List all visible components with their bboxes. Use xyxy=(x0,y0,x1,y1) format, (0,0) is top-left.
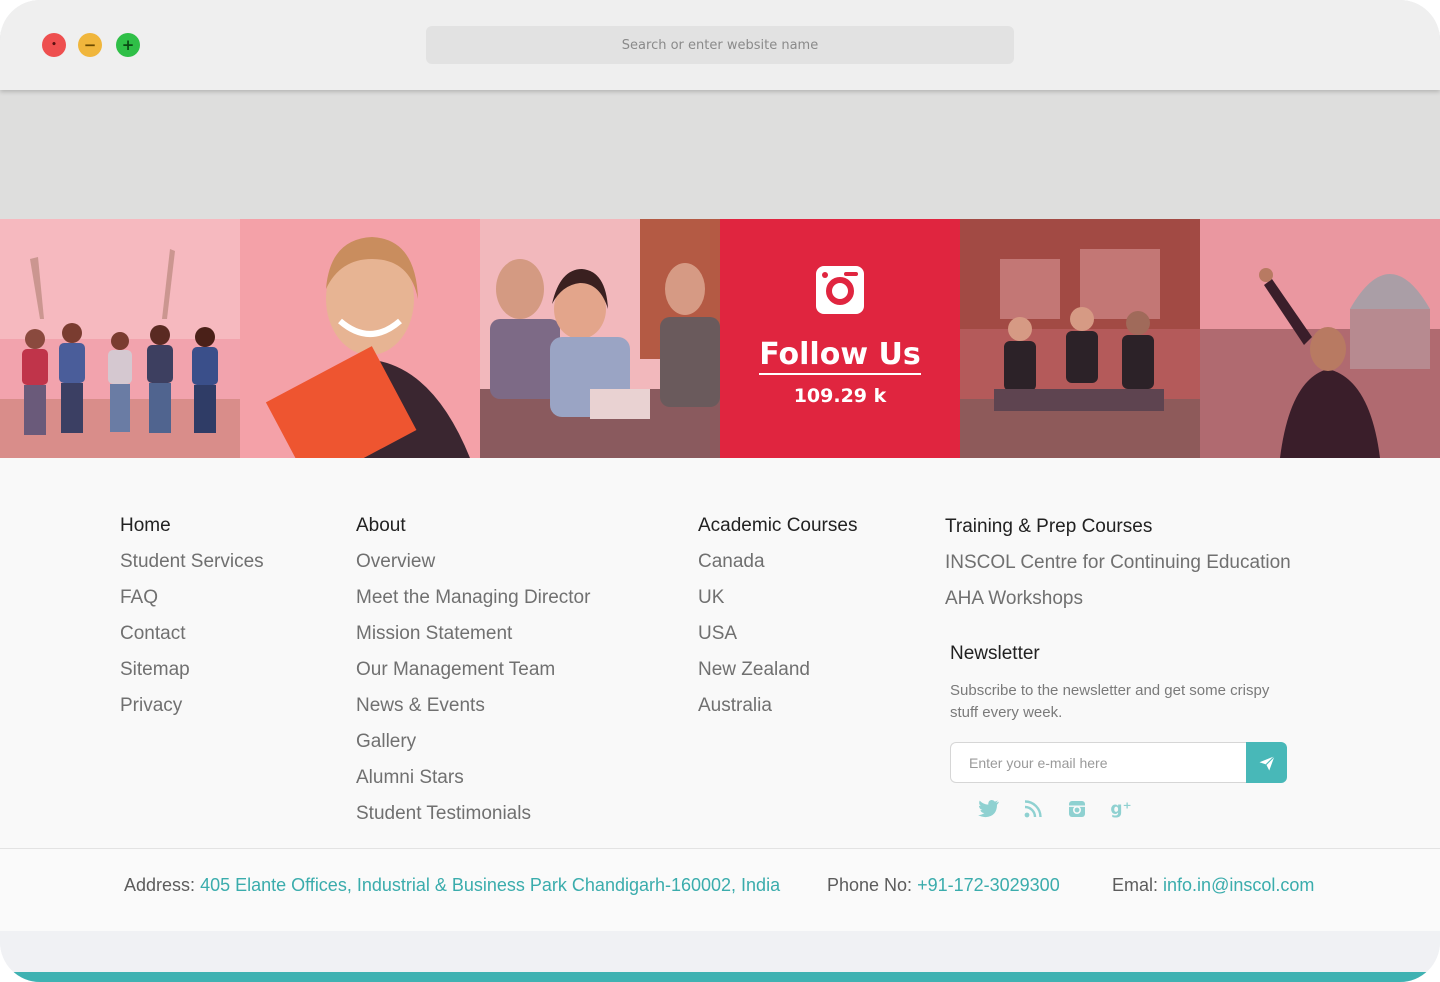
footer-link[interactable]: Canada xyxy=(698,544,857,580)
phone-link[interactable]: +91-172-3029300 xyxy=(917,875,1060,895)
footer-link[interactable]: News & Events xyxy=(356,688,590,724)
footer-col-home: Home Student Services FAQ Contact Sitema… xyxy=(120,508,264,724)
photo-student-portrait[interactable] xyxy=(240,219,480,458)
address-label: Address: xyxy=(124,875,196,895)
instagram-photo-strip: Follow Us 109.29 k xyxy=(0,219,1440,458)
footer-link[interactable]: New Zealand xyxy=(698,652,857,688)
footer-link[interactable]: Gallery xyxy=(356,724,590,760)
footer-link[interactable]: Student Services xyxy=(120,544,264,580)
newsletter-email-input[interactable]: Enter your e-mail here xyxy=(950,742,1246,783)
contact-phone: Phone No: +91-172-3029300 xyxy=(827,875,1060,896)
footer-link[interactable]: Sitemap xyxy=(120,652,264,688)
footer-link[interactable]: Our Management Team xyxy=(356,652,590,688)
photo-graduate-image xyxy=(1200,219,1440,458)
instagram-icon[interactable] xyxy=(1066,798,1088,820)
maximize-button[interactable]: + xyxy=(116,33,140,57)
site-footer: Home Student Services FAQ Contact Sitema… xyxy=(0,458,1440,848)
close-button[interactable]: • xyxy=(42,33,66,57)
instagram-icon xyxy=(816,266,864,314)
newsletter-title: Newsletter xyxy=(950,643,1040,664)
photo-graduate[interactable] xyxy=(1200,219,1440,458)
footer-link[interactable]: FAQ xyxy=(120,580,264,616)
footer-col-academic-courses: Academic Courses Canada UK USA New Zeala… xyxy=(698,508,857,724)
twitter-icon[interactable] xyxy=(978,798,1000,820)
footer-link[interactable]: Overview xyxy=(356,544,590,580)
footer-link[interactable]: INSCOL Centre for Continuing Education xyxy=(945,545,1291,581)
newsletter-form: Enter your e-mail here xyxy=(950,742,1287,783)
address-bar[interactable]: Search or enter website name xyxy=(426,26,1014,64)
footer-link[interactable]: Contact xyxy=(120,616,264,652)
photo-study-group-image xyxy=(480,219,720,458)
footer-link[interactable]: Australia xyxy=(698,688,857,724)
email-label: Emal: xyxy=(1112,875,1159,895)
address-placeholder: Search or enter website name xyxy=(621,37,819,53)
browser-window: • − + Search or enter website name Follo… xyxy=(0,0,1440,982)
footer-heading-home[interactable]: Home xyxy=(120,508,264,544)
accent-bar xyxy=(0,972,1440,982)
photo-campus-celebration[interactable] xyxy=(960,219,1200,458)
footer-col-training: Training & Prep Courses INSCOL Centre fo… xyxy=(945,509,1291,617)
follow-us-title: Follow Us xyxy=(759,338,921,375)
minimize-button[interactable]: − xyxy=(78,33,102,57)
photo-students-group-image xyxy=(0,219,240,458)
send-icon xyxy=(1259,755,1275,770)
phone-label: Phone No: xyxy=(827,875,913,895)
footer-link[interactable]: AHA Workshops xyxy=(945,581,1291,617)
google-plus-icon[interactable]: g⁺ xyxy=(1110,798,1132,820)
footer-col-about: About Overview Meet the Managing Directo… xyxy=(356,508,590,832)
footer-link[interactable]: Alumni Stars xyxy=(356,760,590,796)
footer-link[interactable]: USA xyxy=(698,616,857,652)
footer-link[interactable]: Student Testimonials xyxy=(356,796,590,832)
footer-link[interactable]: UK xyxy=(698,580,857,616)
photo-students-group[interactable] xyxy=(0,219,240,458)
photo-student-portrait-image xyxy=(240,219,480,458)
footer-link[interactable]: Privacy xyxy=(120,688,264,724)
footer-heading-about[interactable]: About xyxy=(356,508,590,544)
page-top-band xyxy=(0,90,1440,219)
rss-icon[interactable] xyxy=(1022,798,1044,820)
contact-email: Emal: info.in@inscol.com xyxy=(1112,875,1314,896)
newsletter-section: Newsletter Subscribe to the newsletter a… xyxy=(950,640,1310,819)
browser-toolbar: • − + Search or enter website name xyxy=(0,0,1440,90)
photo-campus-celebration-image xyxy=(960,219,1200,458)
footer-link[interactable]: Mission Statement xyxy=(356,616,590,652)
email-link[interactable]: info.in@inscol.com xyxy=(1163,875,1314,895)
photo-study-group[interactable] xyxy=(480,219,720,458)
footer-heading-academic-courses[interactable]: Academic Courses xyxy=(698,508,857,544)
contact-bar: Address: 405 Elante Offices, Industrial … xyxy=(0,848,1440,932)
newsletter-description: Subscribe to the newsletter and get some… xyxy=(950,682,1270,721)
contact-address: Address: 405 Elante Offices, Industrial … xyxy=(124,875,780,896)
address-link[interactable]: 405 Elante Offices, Industrial & Busines… xyxy=(200,875,780,895)
follower-count: 109.29 k xyxy=(793,385,887,407)
newsletter-submit-button[interactable] xyxy=(1246,742,1287,783)
footer-link[interactable]: Meet the Managing Director xyxy=(356,580,590,616)
footer-heading-training[interactable]: Training & Prep Courses xyxy=(945,509,1291,545)
follow-us-tile[interactable]: Follow Us 109.29 k xyxy=(720,219,960,458)
social-links: g⁺ xyxy=(978,798,1132,820)
